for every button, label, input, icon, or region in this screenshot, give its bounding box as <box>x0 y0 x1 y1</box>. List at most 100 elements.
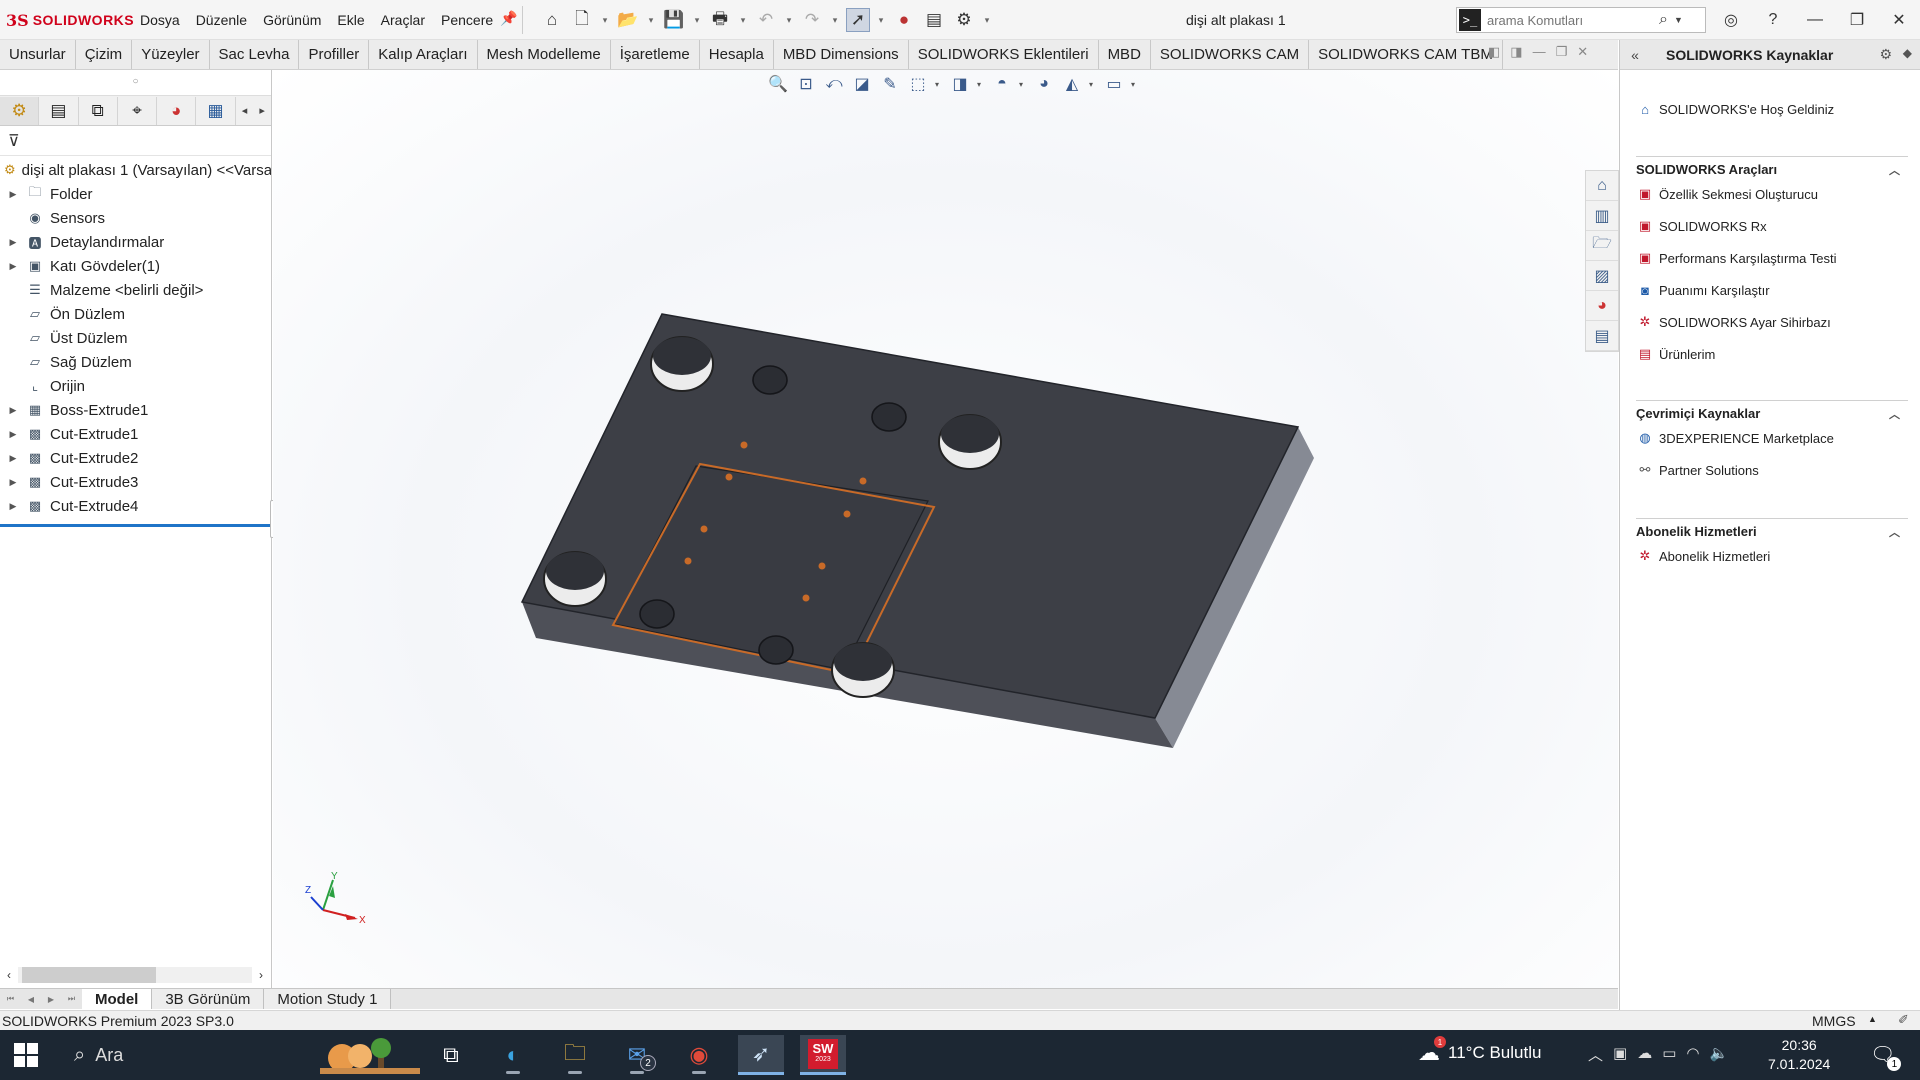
show-hidden-icons-icon[interactable]: ︿ <box>1588 1044 1603 1065</box>
first-tab-icon[interactable]: ⏮ <box>7 994 14 1004</box>
file-explorer-icon[interactable]: 🗀 <box>552 1035 598 1075</box>
appearances-icon[interactable]: ◕ <box>1586 291 1618 321</box>
link-property-tab-builder[interactable]: ▣ Özellik Sekmesi Oluşturucu <box>1636 178 1908 210</box>
collapse-icon[interactable]: ︿ <box>1889 162 1900 178</box>
tab-solidworks-cam[interactable]: SOLIDWORKS CAM <box>1151 40 1310 69</box>
task-view-icon[interactable]: ⧉ <box>428 1035 474 1075</box>
redo-icon[interactable]: ↷ <box>800 8 824 32</box>
unit-system[interactable]: MMGS <box>1812 1013 1856 1029</box>
print-icon[interactable]: 🖶 <box>708 8 732 32</box>
open-dropdown-icon[interactable]: ▾ <box>646 15 656 26</box>
welcome-link[interactable]: ⌂ SOLIDWORKS'e Hoş Geldiniz <box>1636 100 1834 118</box>
collapse-task-pane-icon[interactable]: « <box>1620 47 1650 63</box>
help-icon[interactable]: ? <box>1752 11 1794 29</box>
search-input[interactable] <box>1487 12 1657 28</box>
tabs-scroll-left-icon[interactable]: ◂ <box>236 104 254 117</box>
link-solidworks-rx[interactable]: ▣ SOLIDWORKS Rx <box>1636 210 1908 242</box>
home-icon[interactable]: ⌂ <box>540 8 564 32</box>
chrome-browser-icon[interactable]: ◉ <box>676 1035 722 1075</box>
doc-tile-right-icon[interactable]: ◨ <box>1510 44 1522 60</box>
link-my-products[interactable]: ▤ Ürünlerim <box>1636 338 1908 370</box>
collapse-icon[interactable]: ︿ <box>1889 406 1900 422</box>
menu-dosya[interactable]: Dosya <box>140 12 180 28</box>
tabs-scroll-right-icon[interactable]: ▸ <box>253 104 271 117</box>
doc-minimize-icon[interactable]: — <box>1533 44 1546 60</box>
select-cursor-icon[interactable]: ➚ <box>846 8 870 32</box>
units-menu-icon[interactable]: ▲ <box>1868 1014 1877 1024</box>
horizontal-scrollbar[interactable]: ‹ › <box>0 966 270 984</box>
expand-arrow-icon[interactable]: ▶ <box>6 405 20 416</box>
expand-arrow-icon[interactable]: ▶ <box>6 453 20 464</box>
part-model-3d[interactable] <box>273 70 1618 988</box>
expand-arrow-icon[interactable]: ▶ <box>6 477 20 488</box>
task-pane-settings-icon[interactable]: ⚙ <box>1879 46 1892 63</box>
tab-mbd-dimensions[interactable]: MBD Dimensions <box>774 40 909 69</box>
notification-center-icon[interactable]: 🗨 1 <box>1870 1042 1902 1071</box>
open-folder-icon[interactable]: 📂 <box>616 8 640 32</box>
expand-arrow-icon[interactable]: ▶ <box>6 501 20 512</box>
tree-item-folder[interactable]: ▶ 🗀 Folder <box>0 182 271 206</box>
property-manager-tab-icon[interactable]: ▤ <box>39 96 79 125</box>
close-icon[interactable]: ✕ <box>1878 10 1920 30</box>
print-dropdown-icon[interactable]: ▾ <box>738 15 748 26</box>
tab-model[interactable]: Model <box>82 989 153 1009</box>
link-performance-benchmark[interactable]: ▣ Performans Karşılaştırma Testi <box>1636 242 1908 274</box>
doc-tile-left-icon[interactable]: ◧ <box>1488 44 1500 60</box>
rollback-bar[interactable] <box>0 524 270 527</box>
tree-item-origin[interactable]: ⌞ Orijin <box>0 374 271 398</box>
expand-arrow-icon[interactable]: ▶ <box>6 189 20 200</box>
save-icon[interactable]: 💾 <box>662 8 686 32</box>
dimxpert-tab-icon[interactable]: ⌖ <box>118 96 158 125</box>
edge-browser-icon[interactable]: ◐ <box>490 1035 536 1075</box>
wifi-icon[interactable]: ◠ <box>1686 1044 1699 1065</box>
restore-icon[interactable]: ❐ <box>1836 10 1878 30</box>
graphics-area[interactable]: 🔍 ⊡ ⤺ ◪ ✎ ⬚ ▾ ◨ ▾ ◓ ▾ ◕ ◭ ▾ ▭ ▾ Y X Z ⌂ … <box>273 70 1619 988</box>
link-partner-solutions[interactable]: ⚯ Partner Solutions <box>1636 454 1908 486</box>
select-dropdown-icon[interactable]: ▾ <box>876 15 886 26</box>
scroll-thumb[interactable] <box>22 967 156 983</box>
tree-item-annotations[interactable]: ▶ 🅰 Detaylandırmalar <box>0 230 271 254</box>
account-icon[interactable]: ◎ <box>1710 10 1752 30</box>
tab-kalip-araclari[interactable]: Kalıp Araçları <box>369 40 478 69</box>
rebuild-status-icon[interactable]: ✐ <box>1898 1012 1909 1028</box>
configuration-manager-tab-icon[interactable]: ⧉ <box>79 96 118 125</box>
link-compare-score[interactable]: ◙ Puanımı Karşılaştır <box>1636 274 1908 306</box>
tree-item-cut-extrude3[interactable]: ▶ ▩ Cut-Extrude3 <box>0 470 271 494</box>
next-tab-icon[interactable]: ▶ <box>48 995 54 1004</box>
design-library-icon[interactable]: ▥ <box>1586 201 1618 231</box>
tab-hesapla[interactable]: Hesapla <box>700 40 774 69</box>
options-dropdown-icon[interactable]: ▾ <box>982 15 992 26</box>
system-clock[interactable]: 20:36 7.01.2024 <box>1768 1036 1830 1074</box>
expand-arrow-icon[interactable]: ▶ <box>6 429 20 440</box>
tab-3d-view[interactable]: 3B Görünüm <box>152 989 265 1009</box>
app-swoosh-icon[interactable]: ➶ <box>738 1035 784 1075</box>
view-palette-icon[interactable]: ▨ <box>1586 261 1618 291</box>
menu-pencere[interactable]: Pencere <box>441 12 493 28</box>
cam-tab-icon[interactable]: ▦ <box>196 96 236 125</box>
file-properties-icon[interactable]: ▤ <box>922 8 946 32</box>
menu-gorunum[interactable]: Görünüm <box>263 12 321 28</box>
tab-motion-study[interactable]: Motion Study 1 <box>264 989 392 1009</box>
file-explorer-icon[interactable]: 🗁 <box>1586 231 1618 261</box>
tree-item-boss-extrude1[interactable]: ▶ ▦ Boss-Extrude1 <box>0 398 271 422</box>
tab-mesh-modelleme[interactable]: Mesh Modelleme <box>478 40 611 69</box>
rebuild-traffic-light-icon[interactable]: ● <box>892 8 916 32</box>
link-settings-wizard[interactable]: ✲ SOLIDWORKS Ayar Sihirbazı <box>1636 306 1908 338</box>
options-gear-icon[interactable]: ⚙ <box>952 8 976 32</box>
custom-properties-icon[interactable]: ▤ <box>1586 321 1618 351</box>
tab-cizim[interactable]: Çizim <box>76 40 133 69</box>
tab-profiller[interactable]: Profiller <box>299 40 370 69</box>
save-dropdown-icon[interactable]: ▾ <box>692 15 702 26</box>
weather-widget[interactable]: ☁ 1 11°C Bulutlu <box>1418 1036 1541 1066</box>
prev-tab-icon[interactable]: ◀ <box>28 995 34 1004</box>
tree-item-cut-extrude2[interactable]: ▶ ▩ Cut-Extrude2 <box>0 446 271 470</box>
expand-arrow-icon[interactable]: ▶ <box>6 237 20 248</box>
search-icon[interactable]: ⌕ <box>1659 11 1668 29</box>
menu-araclar[interactable]: Araçlar <box>381 12 425 28</box>
search-dropdown-icon[interactable]: ▼ <box>1674 15 1683 25</box>
link-3dexperience-marketplace[interactable]: ◍ 3DEXPERIENCE Marketplace <box>1636 422 1908 454</box>
scroll-right-icon[interactable]: › <box>252 968 270 982</box>
solidworks-taskbar-icon[interactable]: SW 2023 <box>800 1035 846 1075</box>
mail-app-icon[interactable]: ✉ 2 <box>614 1035 660 1075</box>
doc-close-icon[interactable]: ✕ <box>1577 44 1588 60</box>
